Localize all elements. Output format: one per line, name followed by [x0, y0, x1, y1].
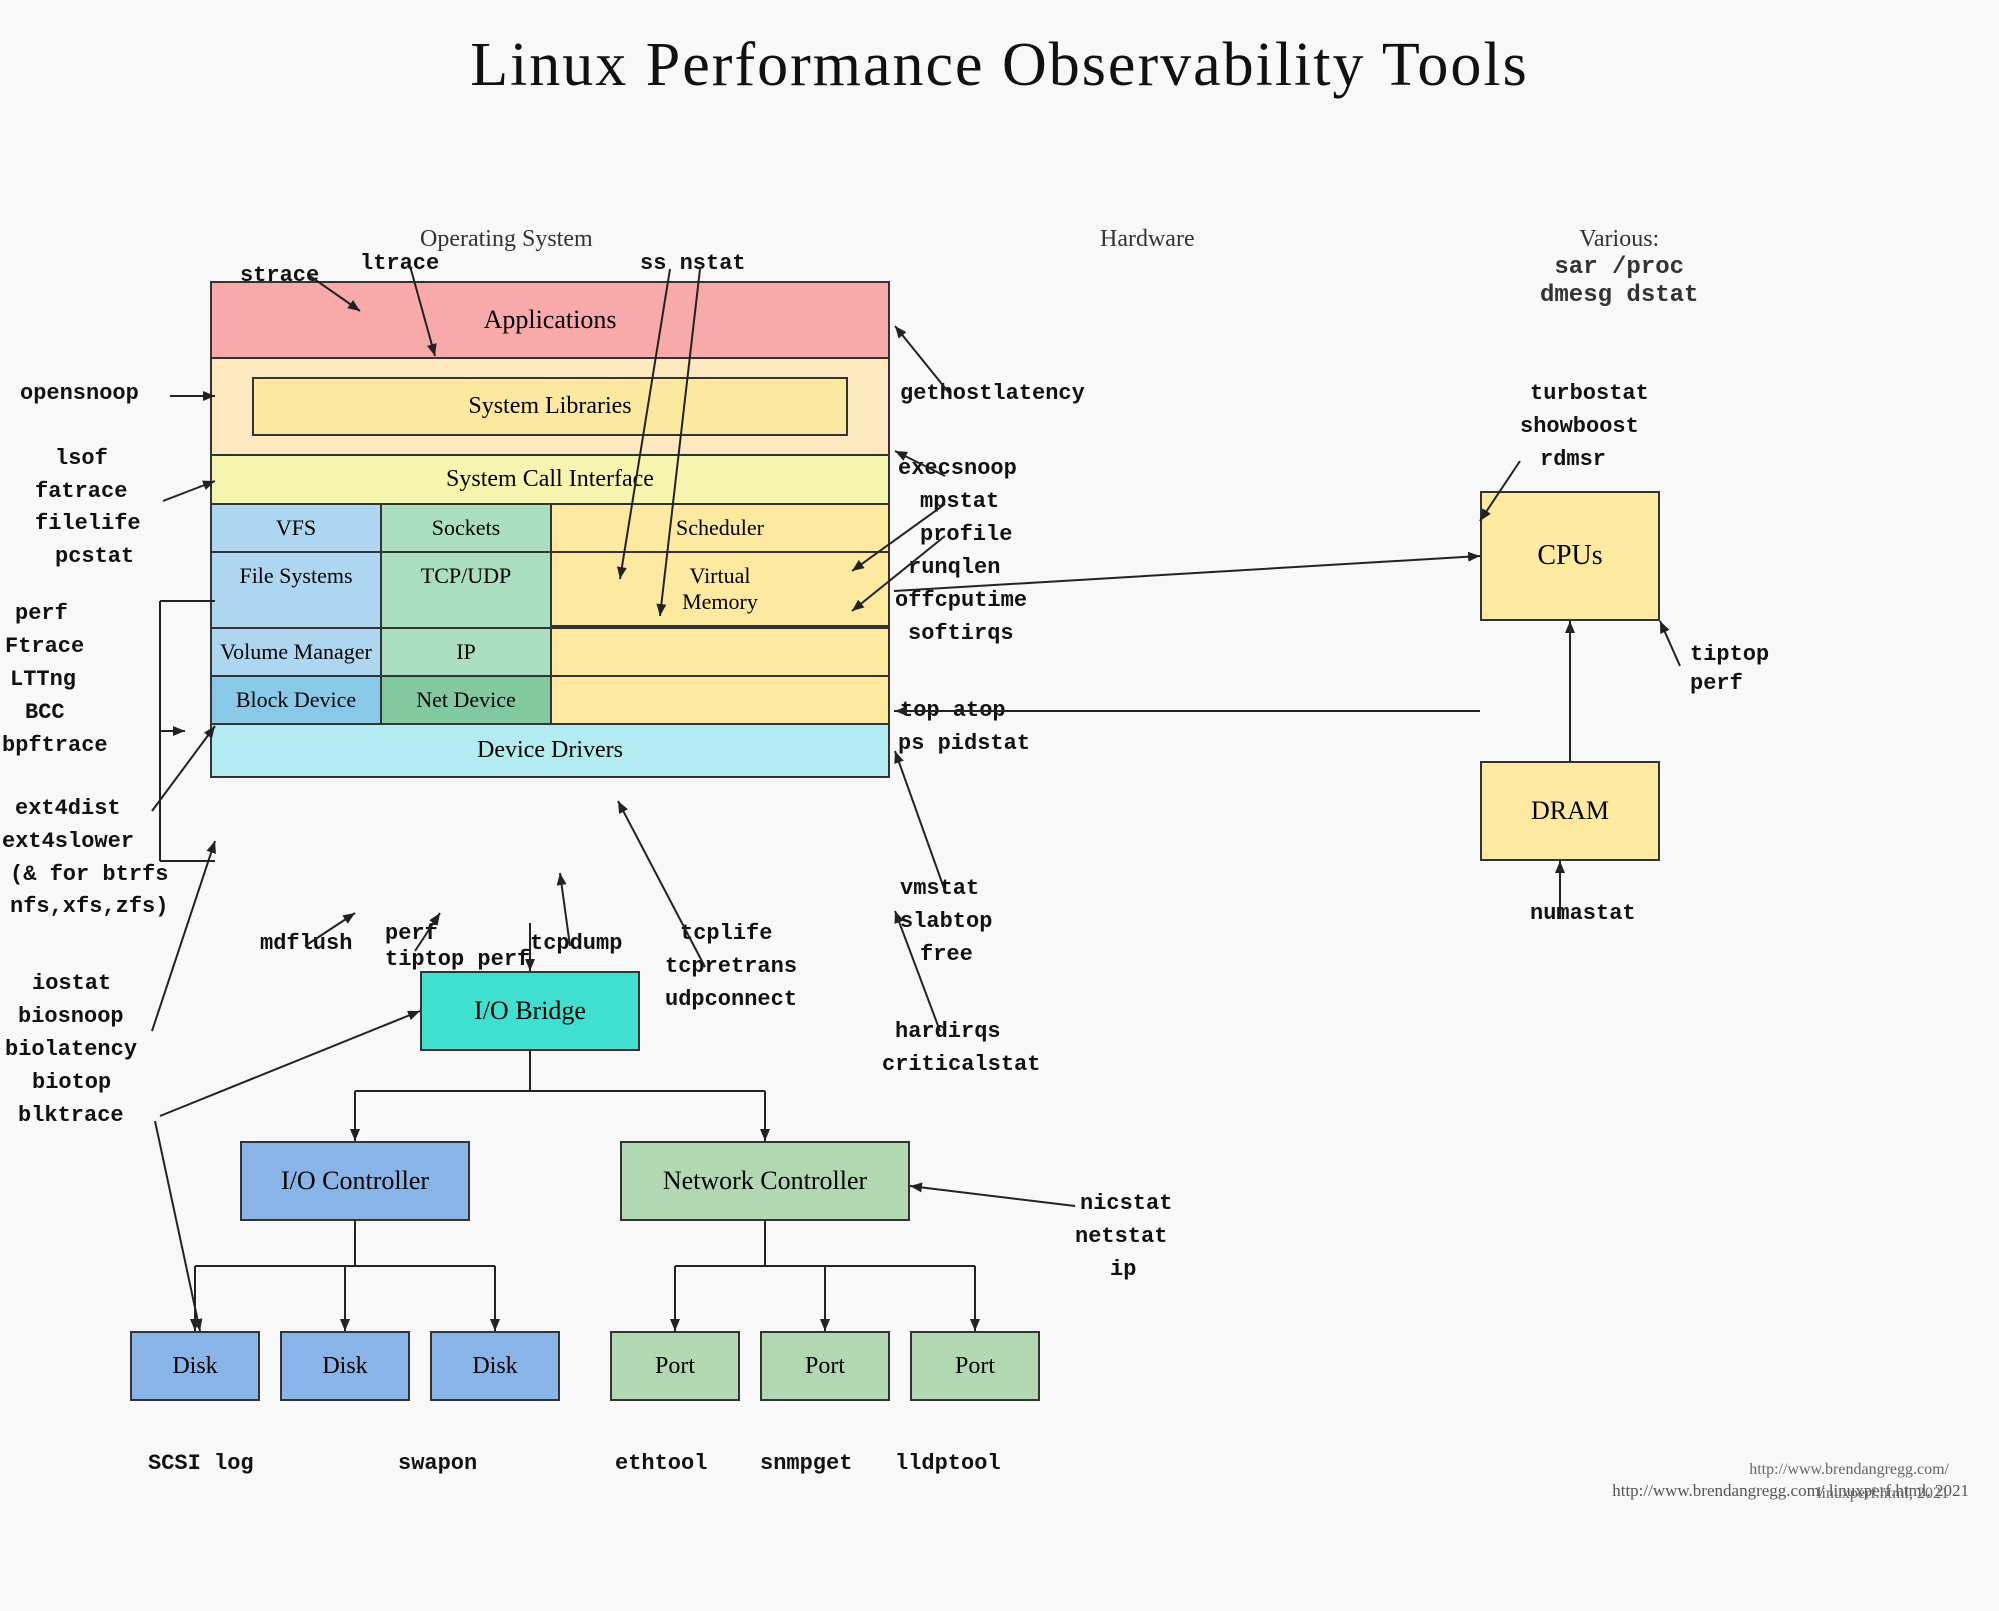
- tool-pcstat: pcstat: [55, 544, 134, 569]
- cell-scheduler: Scheduler: [552, 505, 888, 551]
- os-section-label: Operating System: [420, 226, 593, 253]
- cell-ip: IP: [382, 629, 552, 675]
- tool-scsi-log: SCSI log: [148, 1451, 254, 1476]
- port3-box: Port: [910, 1331, 1040, 1401]
- tool-bpftrace: bpftrace: [2, 733, 108, 758]
- tool-filelife: filelife: [35, 511, 141, 536]
- tool-btrfs-note: (& for btrfs: [10, 862, 168, 887]
- tool-vmstat: vmstat: [900, 876, 979, 901]
- tool-opensnoop: opensnoop: [20, 381, 139, 406]
- tool-perf-tiptop: perf tiptop perf: [385, 921, 530, 974]
- disk2-box: Disk: [280, 1331, 410, 1401]
- cell-volmgr: Volume Manager: [212, 629, 382, 675]
- cell-vfs: VFS: [212, 505, 382, 551]
- tool-turbostat: turbostat: [1530, 381, 1649, 406]
- hw-section-label: Hardware: [1100, 226, 1195, 253]
- net-controller-box: Network Controller: [620, 1141, 910, 1221]
- cell-fs: File Systems: [212, 553, 382, 627]
- tool-numastat: numastat: [1530, 901, 1636, 926]
- cell-virtmem: VirtualMemory: [552, 553, 888, 627]
- tool-swapon: swapon: [398, 1451, 477, 1476]
- port1-box: Port: [610, 1331, 740, 1401]
- cpus-box: CPUs: [1480, 491, 1660, 621]
- io-bridge-box: I/O Bridge: [420, 971, 640, 1051]
- tool-profile: profile: [920, 522, 1012, 547]
- tool-softirqs: softirqs: [908, 621, 1014, 646]
- tool-nicstat: nicstat: [1080, 1191, 1172, 1216]
- tool-free: free: [920, 942, 973, 967]
- disk3-box: Disk: [430, 1331, 560, 1401]
- os-container: Applications System Libraries System Cal…: [210, 281, 890, 778]
- tool-lsof: lsof: [55, 446, 108, 471]
- dram-box: DRAM: [1480, 761, 1660, 861]
- tool-ip-cmd: ip: [1110, 1257, 1136, 1282]
- tool-blktrace: blktrace: [18, 1103, 124, 1128]
- various-section-label: Various: sar /proc dmesg dstat: [1540, 226, 1698, 309]
- tool-lldptool: lldptool: [895, 1451, 1001, 1476]
- footnote-text: http://www.brendangregg.com/ linuxperf.h…: [1749, 1458, 1949, 1506]
- tool-top-atop: top atop: [900, 698, 1006, 723]
- tool-mdflush: mdflush: [260, 931, 352, 956]
- cell-tcpudp: TCP/UDP: [382, 553, 552, 627]
- tool-ethtool: ethtool: [615, 1451, 707, 1476]
- tool-tcpdump: tcpdump: [530, 931, 622, 956]
- port2-box: Port: [760, 1331, 890, 1401]
- tool-ext4slower: ext4slower: [2, 829, 134, 854]
- tool-ps-pidstat: ps pidstat: [898, 731, 1030, 756]
- layer-syscall: System Call Interface: [212, 456, 888, 505]
- tool-ftrace: Ftrace: [5, 634, 84, 659]
- tool-offcputime: offcputime: [895, 588, 1027, 613]
- layer-syslibs: System Libraries: [252, 377, 848, 436]
- tool-fatrace: fatrace: [35, 479, 127, 504]
- cell-blkdev: Block Device: [212, 677, 382, 723]
- page-title: Linux Performance Observability Tools: [0, 0, 1999, 111]
- tool-snmpget: snmpget: [760, 1451, 852, 1476]
- layer-devdrivers: Device Drivers: [212, 725, 888, 776]
- tool-showboost: showboost: [1520, 414, 1639, 439]
- tool-ext4dist: ext4dist: [15, 796, 121, 821]
- tool-runqlen: runqlen: [908, 555, 1000, 580]
- tool-biosnoop: biosnoop: [18, 1004, 124, 1029]
- tool-tcpretrans: tcpretrans: [665, 954, 797, 979]
- tool-ss-nstat: ss nstat: [640, 251, 746, 276]
- tool-nfs-xfs-zfs: nfs,xfs,zfs): [10, 894, 168, 919]
- tool-mpstat: mpstat: [920, 489, 999, 514]
- tool-rdmsr: rdmsr: [1540, 447, 1606, 472]
- tool-hardirqs: hardirqs: [895, 1019, 1001, 1044]
- tool-iostat: iostat: [32, 971, 111, 996]
- disk1-box: Disk: [130, 1331, 260, 1401]
- tool-tiptop: tiptop perf: [1690, 641, 1769, 698]
- tool-slabtop: slabtop: [900, 909, 992, 934]
- tool-tcplife: tcplife: [680, 921, 772, 946]
- tool-strace: strace: [240, 263, 319, 288]
- tool-execsnoop: execsnoop: [898, 456, 1017, 481]
- tool-bcc: BCC: [25, 700, 65, 725]
- cell-sockets: Sockets: [382, 505, 552, 551]
- tool-biotop: biotop: [32, 1070, 111, 1095]
- tool-lttng: LTTng: [10, 667, 76, 692]
- tool-netstat: netstat: [1075, 1224, 1167, 1249]
- tool-criticalstat: criticalstat: [882, 1052, 1040, 1077]
- layer-applications: Applications: [212, 283, 888, 359]
- tool-udpconnect: udpconnect: [665, 987, 797, 1012]
- tool-gethostlatency: gethostlatency: [900, 381, 1085, 406]
- tool-ltrace: ltrace: [360, 251, 439, 276]
- io-controller-box: I/O Controller: [240, 1141, 470, 1221]
- cell-netdev: Net Device: [382, 677, 552, 723]
- tool-perf: perf: [15, 601, 68, 626]
- tool-biolatency: biolatency: [5, 1037, 137, 1062]
